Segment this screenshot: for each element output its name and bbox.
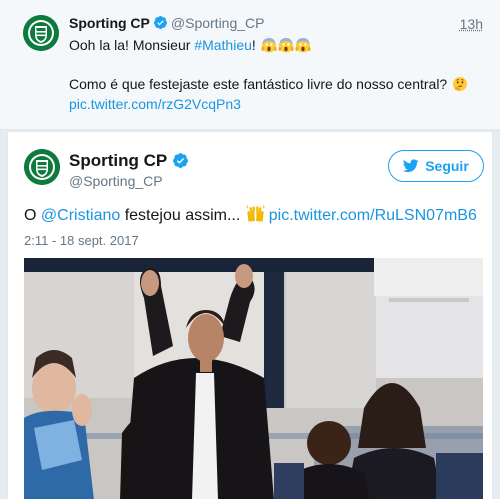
tweet-text-line-3: pic.twitter.com/rzG2VcqPn3 [69,96,241,112]
tweet-text: O @Cristiano festejou assim... pic.twitt… [24,205,477,225]
sporting-avatar[interactable] [24,149,60,185]
author-name-row[interactable]: Sporting CP [69,151,192,171]
thinking-face-icon [453,77,468,91]
author-handle[interactable]: @Sporting_CP [69,173,163,189]
author-name[interactable]: Sporting CP [69,15,150,31]
tweet-date[interactable]: 2:11 - 18 sept. 2017 [24,233,139,248]
tweet-text-part: O [24,207,41,224]
media-link[interactable]: pic.twitter.com/RuLSN07mB6 [269,207,477,224]
raising-hands-icon [245,205,265,222]
sporting-avatar[interactable] [23,15,59,51]
tweet-text: ! [251,37,256,53]
face-screaming-icon [261,38,277,53]
follow-button[interactable]: Seguir [388,150,484,182]
author-handle[interactable]: @Sporting_CP [171,15,265,31]
verified-badge-icon [173,153,189,168]
face-screaming-icon [295,38,311,53]
tweet-text-line-2: Como é que festejaste este fantástico li… [69,76,468,92]
twitter-bird-icon [403,159,419,173]
face-screaming-icon [278,38,294,53]
mention-link[interactable]: @Cristiano [41,207,120,224]
tweet-timestamp[interactable]: 13h [460,16,483,32]
follow-button-label: Seguir [425,158,469,174]
tweet-text-line-1: Ooh la la! Monsieur #Mathieu! [69,37,311,53]
tweet-text-part: festejou assim... [120,207,245,224]
sporting-crest-icon [24,149,60,185]
hashtag-link[interactable]: #Mathieu [194,37,252,53]
tweet-text: Como é que festejaste este fantástico li… [69,76,448,92]
previous-tweet[interactable]: Sporting CP @Sporting_CP 13h Ooh la la! M… [0,0,500,130]
video-thumbnail[interactable] [24,258,483,499]
media-link[interactable]: pic.twitter.com/rzG2VcqPn3 [69,96,241,112]
video-still-image [24,258,483,499]
verified-badge-icon [153,15,167,30]
tweet-text: Ooh la la! Monsieur [69,37,195,53]
sporting-crest-icon [23,15,59,51]
main-tweet[interactable]: Sporting CP @Sporting_CP Seguir O @Crist… [7,131,493,499]
author-name[interactable]: Sporting CP [69,151,167,170]
